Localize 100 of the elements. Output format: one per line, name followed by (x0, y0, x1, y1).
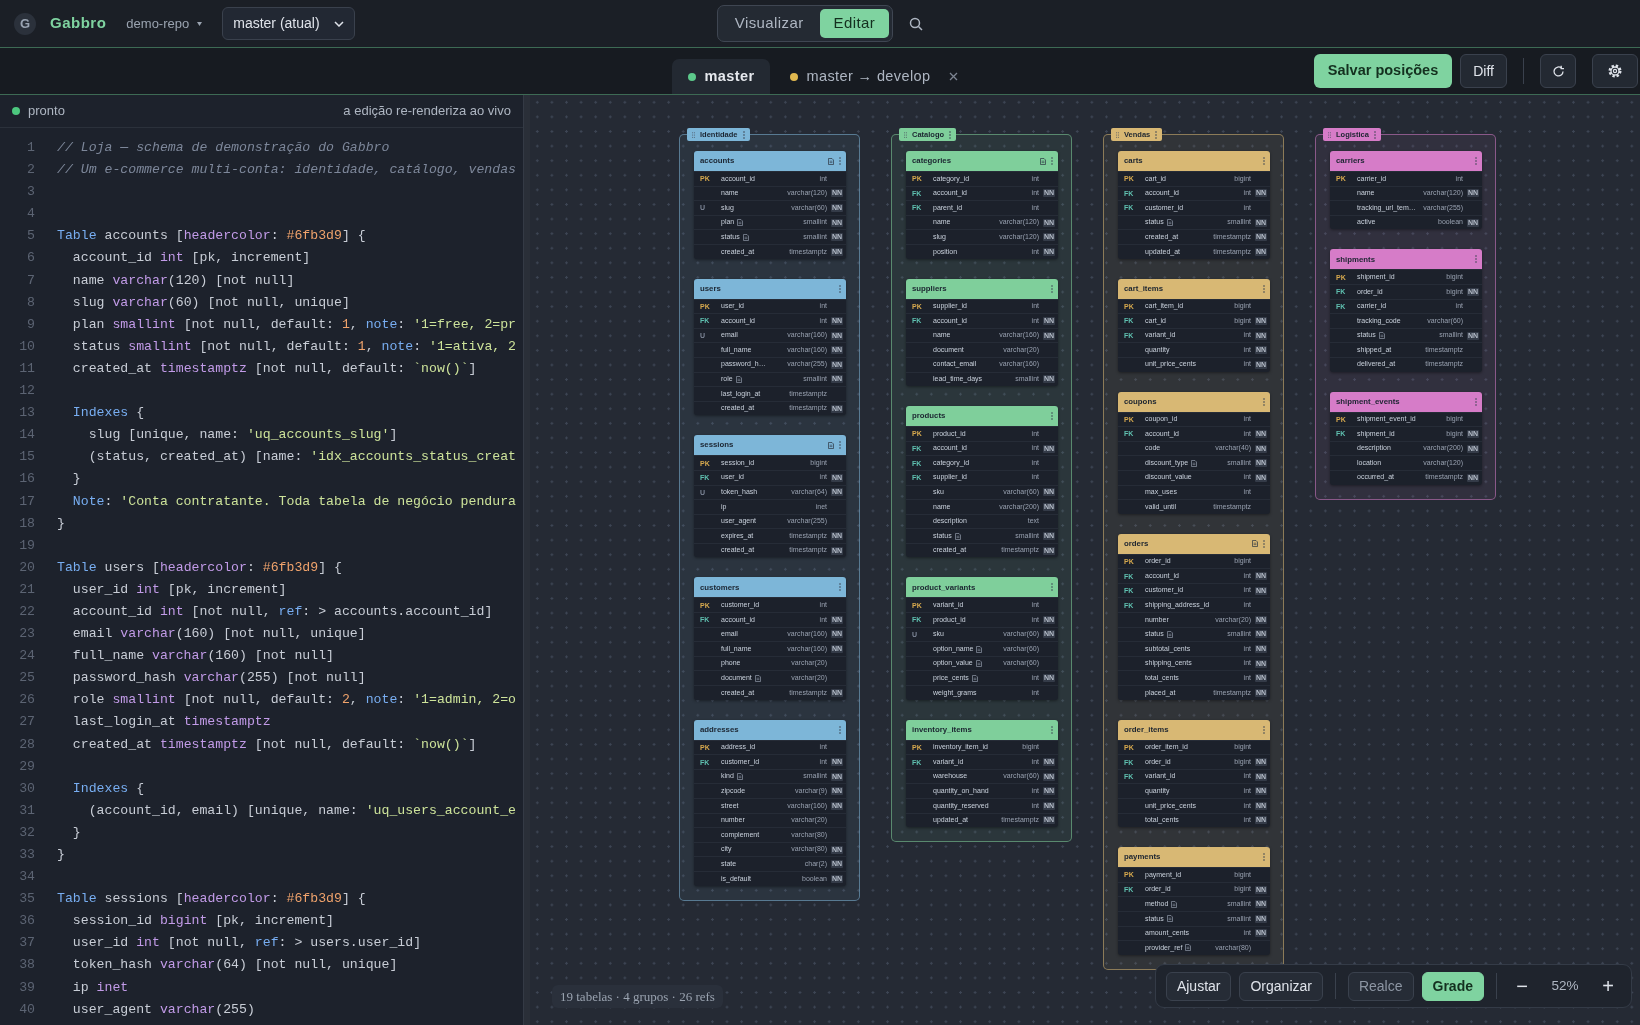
line-number: 6 (26, 249, 35, 268)
code-line: } (71, 823, 81, 842)
zoom-out-button[interactable]: − (1509, 971, 1535, 1001)
save-button[interactable]: Salvar posições (1313, 54, 1453, 88)
toolbar-button[interactable]: Organizar (1239, 971, 1323, 1001)
line-number: 12 (18, 382, 35, 401)
line-number: 26 (18, 691, 35, 710)
line-number: 5 (26, 227, 35, 246)
line-number: 32 (18, 823, 35, 842)
code-line: token_hash varchar(64) [not null, unique] (71, 956, 398, 975)
hint-text: a edição re-renderiza ao vivo (343, 102, 511, 121)
repo-dropdown[interactable]: demo-repo (126, 13, 203, 34)
refresh-icon (1551, 64, 1565, 78)
code-line: full_name varchar(160) [not null] (71, 647, 334, 666)
search-button[interactable] (909, 16, 924, 31)
caret-icon (197, 21, 203, 26)
drag-handle-icon (904, 131, 907, 138)
code-line: slug varchar(60) [not null, unique] (71, 293, 350, 312)
line-number: 36 (18, 912, 35, 931)
settings-button[interactable] (1592, 54, 1638, 88)
code-line: Table accounts [headercolor: #6fb3d9] { (57, 227, 366, 246)
code-line: Indexes { (71, 779, 145, 798)
diff-button[interactable]: Diff (1460, 54, 1507, 88)
drag-handle-icon (1328, 131, 1331, 138)
code-line: plan smallint [not null, default: 1, note: '1=free, 2=pr (71, 315, 517, 334)
line-number: 25 (18, 669, 35, 688)
branch-select[interactable]: master (atual) (222, 7, 355, 40)
line-number: 21 (18, 580, 35, 599)
line-number: 34 (18, 868, 35, 887)
code-line: password_hash varchar(255) [not null] (71, 669, 366, 688)
line-number: 22 (18, 602, 35, 621)
drag-handle-icon (1116, 131, 1119, 138)
code-line: // Um e-commerce multi-conta: identidade, catálogo, vendas (57, 161, 516, 180)
code-line: session_id bigint [pk, increment] (71, 912, 334, 931)
code-line: } (71, 470, 81, 489)
code-line: } (57, 514, 65, 533)
code-line: name varchar(120) [not null] (71, 271, 295, 290)
refresh-button[interactable] (1540, 54, 1576, 88)
line-number: 23 (18, 625, 35, 644)
app-logo: G (14, 12, 36, 35)
zoom-in-button[interactable]: + (1595, 971, 1621, 1001)
branch-tab[interactable]: master (672, 59, 771, 94)
code-line: (account_id, email) [unique, name: 'uq_users_account_e (87, 801, 516, 820)
kebab-icon (1155, 130, 1158, 139)
search-icon (909, 16, 924, 31)
line-number: 2 (26, 161, 35, 180)
branch-tab[interactable]: master → develop (774, 59, 974, 94)
gear-icon (1607, 63, 1623, 79)
line-number: 17 (18, 492, 35, 511)
code-line: email varchar(160) [not null, unique] (71, 625, 366, 644)
code-line: Table sessions [headercolor: #6fb3d9] { (57, 890, 366, 909)
chevron-down-icon (333, 20, 344, 27)
line-number: 38 (18, 956, 35, 975)
line-number: 14 (18, 426, 35, 445)
code-line: Table users [headercolor: #6fb3d9] { (57, 558, 342, 577)
toggle-button[interactable]: Realce (1347, 971, 1414, 1001)
code-line: role smallint [not null, default: 2, note: '1=admin, 2=o (71, 691, 517, 710)
line-number: 39 (18, 978, 35, 997)
drag-handle-icon (692, 131, 695, 138)
line-number: 33 (18, 846, 35, 864)
line-number: 3 (26, 183, 35, 202)
mode-tab[interactable]: Editar (819, 9, 890, 38)
code-line: status smallint [not null, default: 1, note: '1=ativa, 2 (71, 337, 517, 356)
line-number: 28 (18, 735, 35, 754)
code-line: created_at timestamptz [not null, default: `now()`] (71, 735, 477, 754)
code-line: } (57, 846, 65, 864)
line-number: 10 (18, 337, 35, 356)
zoom-level: 52% (1550, 976, 1580, 995)
toolbar-button[interactable]: Ajustar (1165, 971, 1232, 1001)
line-number: 4 (26, 205, 35, 224)
code-line: account_id int [pk, increment] (71, 249, 311, 268)
code-line: created_at timestamptz [not null, default: `now()`] (71, 359, 477, 378)
line-number: 31 (18, 801, 35, 820)
code-line: user_id int [not null, ref: > users.user_id] (71, 934, 422, 953)
line-number: 20 (18, 558, 35, 577)
code-line: (status, created_at) [name: 'idx_accounts_status_creat (87, 448, 516, 467)
line-number: 9 (26, 315, 35, 334)
toggle-button[interactable]: Grade (1421, 971, 1484, 1001)
code-line: Indexes { (71, 404, 145, 423)
line-number: 35 (18, 890, 35, 909)
line-number: 7 (26, 271, 35, 290)
splitter-handle[interactable] (523, 95, 530, 1025)
code-line: account_id int [not null, ref: > accounts.account_id] (71, 602, 493, 621)
mode-tab[interactable]: Visualizar (720, 9, 818, 38)
code-line: ip inet (71, 978, 129, 997)
line-number: 30 (18, 779, 35, 798)
diagram-stats: 19 tabelas · 4 grupos · 26 refs (552, 984, 723, 1008)
line-number: 13 (18, 404, 35, 423)
line-number: 27 (18, 713, 35, 732)
line-number: 11 (18, 359, 35, 378)
line-number: 18 (18, 514, 35, 533)
line-number: 24 (18, 647, 35, 666)
kebab-icon (742, 130, 745, 139)
app-name: Gabbro (50, 13, 107, 34)
code-line: last_login_at timestamptz (71, 713, 271, 732)
line-number: 37 (18, 934, 35, 953)
table-card[interactable] (694, 719, 846, 886)
code-line: Note: 'Conta contratante. Toda tabela de negócio pendura (71, 492, 516, 511)
line-number: 8 (26, 293, 35, 312)
table-card[interactable] (1118, 533, 1270, 700)
